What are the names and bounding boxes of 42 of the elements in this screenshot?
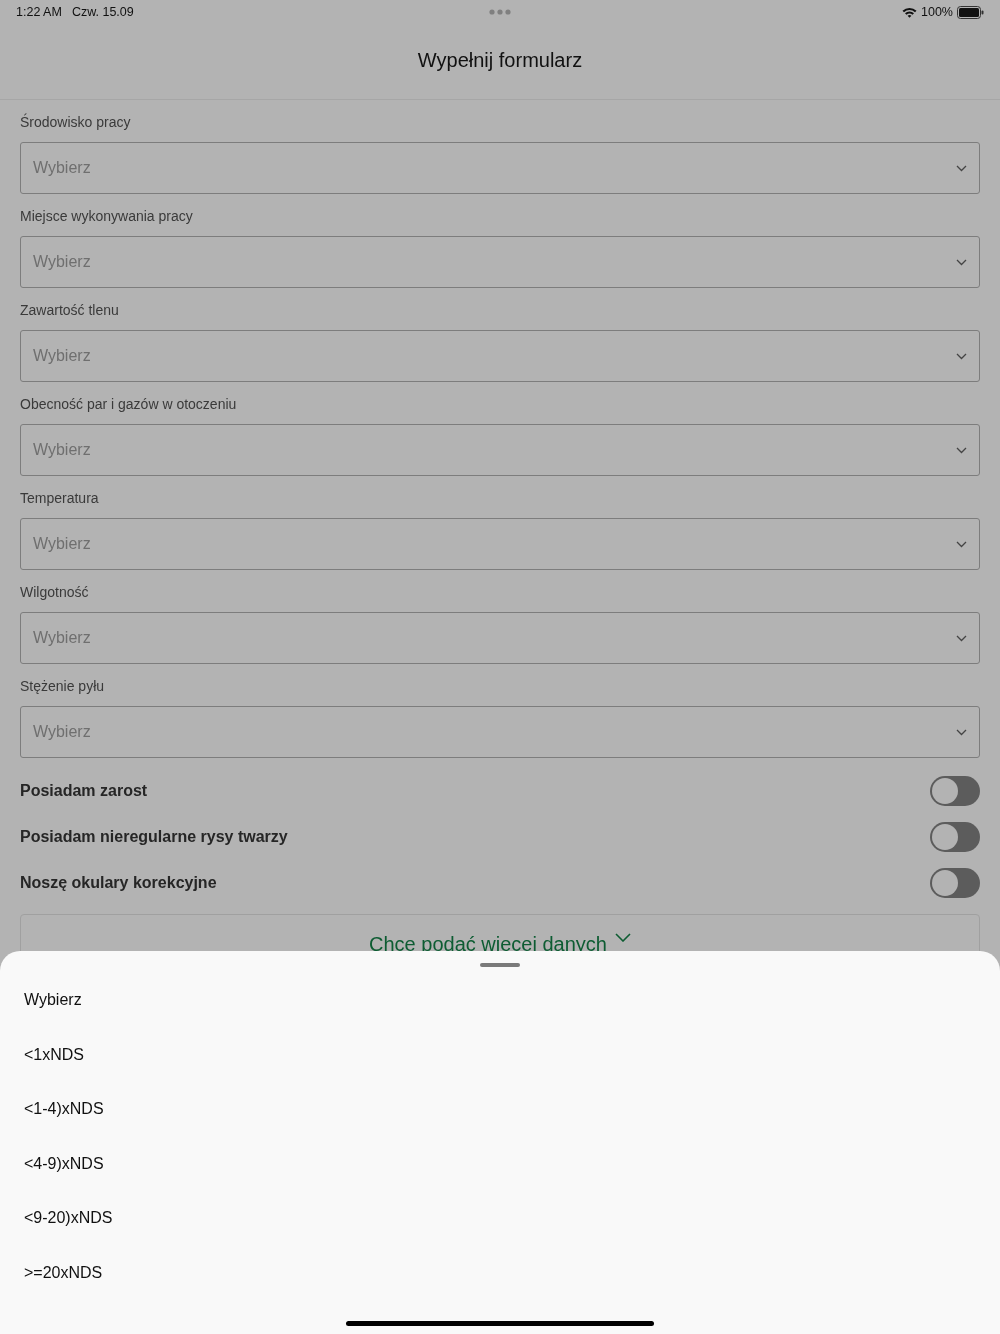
battery-percent: 100% bbox=[921, 5, 953, 19]
field-label: Stężenie pyłu bbox=[20, 678, 106, 696]
select-field[interactable]: Wybierz bbox=[20, 330, 980, 382]
chevron-down-icon bbox=[956, 634, 967, 642]
field-label: Miejsce wykonywania pracy bbox=[20, 208, 194, 226]
option-item[interactable]: <4-9)xNDS bbox=[0, 1152, 1000, 1208]
chevron-down-icon bbox=[956, 258, 967, 266]
toggle-label: Posiadam nieregularne rysy twarzy bbox=[20, 828, 288, 846]
option-item[interactable]: <1xNDS bbox=[0, 1043, 1000, 1099]
chevron-down-icon bbox=[956, 446, 967, 454]
field-label: Wilgotność bbox=[20, 584, 90, 602]
field-label: Zawartość tlenu bbox=[20, 302, 120, 320]
more-icon[interactable] bbox=[489, 9, 511, 15]
select-field[interactable]: Wybierz bbox=[20, 612, 980, 664]
status-time: 1:22 AM bbox=[16, 5, 62, 19]
toggle-switch[interactable] bbox=[930, 822, 980, 852]
option-item[interactable]: <9-20)xNDS bbox=[0, 1207, 1000, 1262]
chevron-down-icon bbox=[956, 728, 967, 736]
sheet-handle[interactable] bbox=[480, 963, 520, 967]
option-item[interactable]: Wybierz bbox=[0, 989, 1000, 1044]
chevron-down-icon bbox=[956, 540, 967, 548]
select-field[interactable]: Wybierz bbox=[20, 236, 980, 288]
option-item[interactable]: <1-4)xNDS bbox=[0, 1098, 1000, 1153]
option-item[interactable]: >=20xNDS bbox=[0, 1261, 1000, 1317]
status-date: Czw. 15.09 bbox=[71, 5, 134, 19]
wifi-icon bbox=[902, 6, 917, 18]
screen-title: Wypełnij formularz bbox=[417, 49, 583, 72]
select-field[interactable]: Wybierz bbox=[20, 518, 980, 570]
field-label: Temperatura bbox=[20, 490, 100, 508]
field-label: Obecność par i gazów w otoczeniu bbox=[20, 396, 238, 414]
select-field[interactable]: Wybierz bbox=[20, 706, 980, 758]
battery-icon bbox=[957, 5, 984, 19]
toggle-label: Posiadam zarost bbox=[20, 782, 148, 800]
field-label: Środowisko pracy bbox=[20, 114, 132, 132]
chevron-down-icon bbox=[956, 164, 967, 172]
toggle-switch[interactable] bbox=[930, 868, 980, 898]
chevron-down-icon bbox=[956, 352, 967, 360]
toggle-switch[interactable] bbox=[930, 776, 980, 806]
toggle-label: Noszę okulary korekcyjne bbox=[20, 874, 217, 892]
select-field[interactable]: Wybierz bbox=[20, 142, 980, 194]
chevron-down-icon bbox=[614, 933, 631, 942]
select-field[interactable]: Wybierz bbox=[20, 424, 980, 476]
